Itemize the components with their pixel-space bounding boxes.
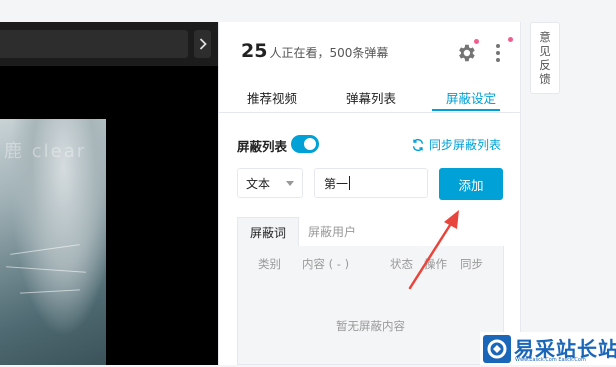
caret-down-icon <box>286 180 294 186</box>
table-header-content[interactable]: 内容 ( - ) <box>302 256 349 272</box>
feedback-button[interactable]: 意 见 反 馈 <box>530 22 560 94</box>
feedback-char: 馈 <box>539 72 551 86</box>
panel-tabs: 推荐视频 弹幕列表 屏蔽设定 <box>219 84 520 113</box>
empty-state-text: 暂无屏蔽内容 <box>336 319 405 333</box>
danmaku-panel: 25 人正在看，500条弹幕 推荐视频 弹幕列表 屏蔽设定 屏蔽列表 同步屏蔽列表… <box>218 22 521 365</box>
viewer-info: 人正在看，500条弹幕 <box>269 46 389 60</box>
logo-mark <box>483 335 511 363</box>
player-top-bar <box>0 22 218 66</box>
player-title-bar[interactable] <box>0 30 188 58</box>
add-button[interactable]: 添加 <box>439 168 503 200</box>
panel-header: 25 人正在看，500条弹幕 <box>219 22 520 84</box>
gear-icon[interactable] <box>455 42 477 64</box>
feedback-char: 见 <box>539 44 551 58</box>
block-list-toggle[interactable] <box>291 135 319 153</box>
chevron-right-icon <box>199 38 207 50</box>
more-badge <box>508 37 513 42</box>
feedback-char: 反 <box>539 58 551 72</box>
filter-type-value: 文本 <box>246 176 271 191</box>
sync-label: 同步屏蔽列表 <box>429 138 502 152</box>
active-tab-indicator <box>432 109 500 111</box>
table-header-action: 操作 <box>424 257 447 271</box>
table-header-status: 状态 <box>390 257 413 271</box>
table-header-category: 类别 <box>258 257 281 271</box>
logo-subtext: Www.Easck.Com Easck.Com <box>515 357 586 363</box>
feedback-char: 意 <box>539 30 551 44</box>
filter-type-select[interactable]: 文本 <box>237 168 303 198</box>
settings-badge <box>474 39 479 44</box>
subtab-block-users[interactable]: 屏蔽用户 <box>303 217 361 246</box>
block-subtabs: 屏蔽词 屏蔽用户 <box>237 217 504 247</box>
text-cursor <box>349 176 351 190</box>
logo-icon <box>487 339 507 359</box>
block-list-title: 屏蔽列表 <box>237 139 288 154</box>
sync-icon <box>412 138 424 151</box>
more-icon[interactable] <box>495 42 501 64</box>
block-table: 类别 内容 ( - ) 状态 操作 同步 暂无屏蔽内容 <box>237 246 504 365</box>
video-watermark: 鹿 clear <box>4 141 87 162</box>
filter-keyword-input[interactable]: 第一 <box>314 168 428 198</box>
site-watermark-logo: 易采站长站 Www.Easck.Com Easck.Com <box>480 332 616 365</box>
sync-block-list-link[interactable]: 同步屏蔽列表 <box>411 136 501 153</box>
viewer-number: 25 <box>241 40 268 62</box>
tab-danmaku-list[interactable]: 弹幕列表 <box>346 88 396 107</box>
tab-block-settings[interactable]: 屏蔽设定 <box>446 88 496 107</box>
video-frame: 鹿 clear <box>0 119 106 365</box>
expand-panel-button[interactable] <box>194 30 211 58</box>
video-player[interactable]: 鹿 clear <box>0 22 218 365</box>
filter-keyword-value: 第一 <box>324 176 349 191</box>
viewer-count: 25 人正在看，500条弹幕 <box>241 40 388 62</box>
table-header-sync: 同步 <box>460 257 483 271</box>
subtab-block-words[interactable]: 屏蔽词 <box>237 217 299 247</box>
tab-recommended-videos[interactable]: 推荐视频 <box>247 88 297 107</box>
